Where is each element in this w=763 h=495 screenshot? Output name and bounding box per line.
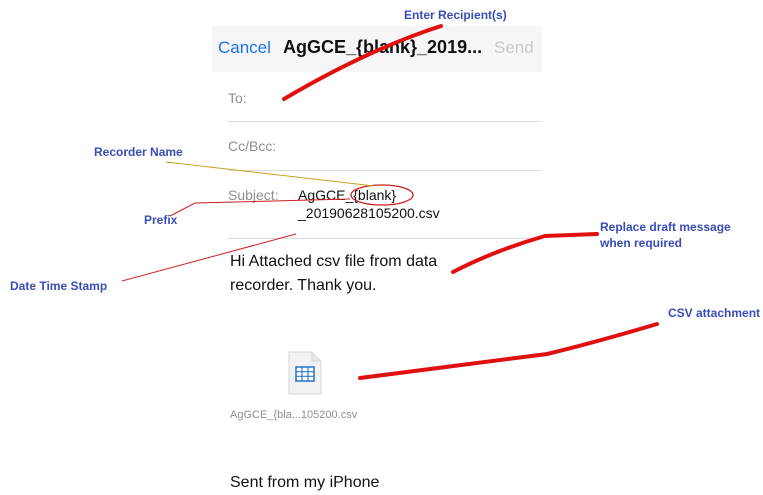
csv-marker-stroke (358, 322, 659, 380)
subject-line-1[interactable]: AgGCE_{blank} (298, 187, 396, 203)
ccbcc-separator (228, 170, 542, 171)
annotation-replace-draft-line-2: when required (600, 236, 683, 250)
subject-line-2[interactable]: _20190628105200.csv (298, 205, 440, 221)
compose-title: AgGCE_{blank}_2019... (283, 37, 483, 57)
attachment-filename: AgGCE_{bla...105200.csv (230, 409, 358, 421)
ccbcc-field[interactable] (284, 135, 542, 157)
annotation-enter-recipients: Enter Recipient(s) (404, 8, 507, 22)
email-signature: Sent from my iPhone (230, 474, 380, 491)
annotation-replace-draft-line-1: Replace draft message (600, 220, 731, 234)
replace-draft-marker-stroke (451, 232, 599, 274)
spreadsheet-file-icon[interactable] (285, 350, 325, 396)
annotation-csv-attachment: CSV attachment (668, 306, 761, 320)
message-body-line-1[interactable]: Hi Attached csv file from data (230, 250, 437, 274)
annotation-prefix: Prefix (144, 213, 178, 227)
message-body-line-2[interactable]: recorder. Thank you. (230, 274, 376, 298)
to-field[interactable] (254, 87, 542, 109)
send-button[interactable]: Send (494, 38, 534, 58)
recorder-name-connector (165, 161, 375, 187)
cancel-button[interactable]: Cancel (218, 38, 271, 58)
to-label: To: (228, 90, 247, 106)
subject-separator (228, 238, 542, 239)
ccbcc-label: Cc/Bcc: (228, 138, 277, 154)
annotation-recorder-name: Recorder Name (94, 145, 183, 159)
annotation-date-time-stamp: Date Time Stamp (10, 279, 108, 293)
to-separator (228, 121, 542, 122)
subject-label: Subject: (228, 187, 279, 203)
